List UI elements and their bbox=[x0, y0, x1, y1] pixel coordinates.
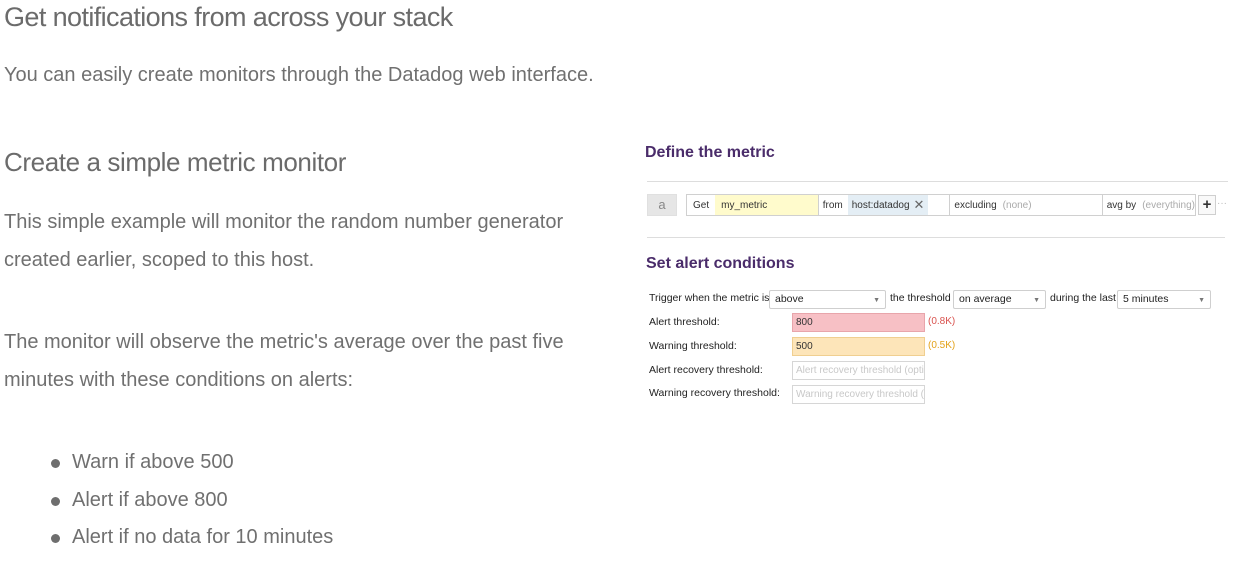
during-text: during the last bbox=[1050, 292, 1116, 304]
chevron-down-icon: ▼ bbox=[1198, 297, 1205, 304]
time-window-select[interactable]: 5 minutes ▼ bbox=[1117, 290, 1211, 309]
metric-selector[interactable]: Get my_metric bbox=[687, 195, 819, 215]
trigger-comparison-value: above bbox=[775, 293, 804, 305]
description-paragraph-1: This simple example will monitor the ran… bbox=[4, 211, 564, 271]
list-item-text: Alert if no data for 10 minutes bbox=[72, 526, 334, 548]
intro-text: You can easily create monitors through t… bbox=[4, 64, 594, 86]
get-label: Get bbox=[693, 199, 710, 211]
plus-icon[interactable]: + bbox=[1198, 195, 1216, 215]
list-item-text: Warn if above 500 bbox=[72, 451, 234, 473]
bullet-icon bbox=[51, 496, 60, 506]
warning-recovery-label: Warning recovery threshold: bbox=[649, 387, 780, 399]
excluding-label: excluding bbox=[954, 199, 997, 211]
more-options-icon: ··· bbox=[1217, 198, 1227, 209]
alert-threshold-input[interactable]: 800 bbox=[792, 313, 925, 332]
alert-threshold-hint: (0.8K) bbox=[928, 316, 956, 327]
trigger-label: Trigger when the metric is bbox=[649, 292, 770, 304]
metric-query-row: Get my_metric from host:datadog ✕ exclud… bbox=[686, 194, 1196, 216]
page-title: Get notifications from across your stack bbox=[4, 2, 453, 32]
warning-threshold-hint: (0.5K) bbox=[928, 340, 956, 351]
time-window-value: 5 minutes bbox=[1123, 293, 1169, 305]
divider bbox=[647, 237, 1225, 238]
warning-recovery-input[interactable]: Warning recovery threshold (o bbox=[792, 385, 925, 404]
scope-tag[interactable]: host:datadog ✕ bbox=[847, 195, 929, 215]
list-item: Alert if above 800 bbox=[50, 482, 333, 520]
warning-threshold-input[interactable]: 500 bbox=[792, 337, 925, 356]
metric-name-field[interactable]: my_metric bbox=[715, 195, 818, 215]
define-metric-heading: Define the metric bbox=[645, 144, 775, 161]
excluding-selector[interactable]: excluding (none) bbox=[950, 195, 1103, 215]
chevron-down-icon: ▼ bbox=[873, 297, 880, 304]
list-item: Alert if no data for 10 minutes bbox=[50, 519, 333, 557]
list-item: Warn if above 500 bbox=[50, 444, 333, 482]
avg-by-label: avg by bbox=[1106, 199, 1137, 211]
threshold-text: the threshold bbox=[890, 292, 951, 304]
alert-recovery-input[interactable]: Alert recovery threshold (optio bbox=[792, 361, 925, 380]
alert-conditions-heading: Set alert conditions bbox=[646, 255, 795, 272]
scope-selector[interactable]: from host:datadog ✕ bbox=[819, 195, 951, 215]
remove-tag-icon[interactable]: ✕ bbox=[914, 197, 925, 213]
conditions-list: Warn if above 500 Alert if above 800 Ale… bbox=[50, 444, 333, 557]
aggregation-select[interactable]: on average ▼ bbox=[953, 290, 1046, 309]
excluding-value: (none) bbox=[1002, 199, 1032, 211]
description-paragraph-2: The monitor will observe the metric's av… bbox=[4, 331, 564, 391]
scope-tag-label: host:datadog bbox=[851, 199, 910, 211]
chevron-down-icon: ▼ bbox=[1033, 297, 1040, 304]
bullet-icon bbox=[51, 534, 60, 543]
query-letter-label: a bbox=[647, 194, 677, 216]
divider bbox=[647, 181, 1228, 182]
avg-by-selector[interactable]: avg by (everything) bbox=[1103, 195, 1195, 215]
warning-threshold-label: Warning threshold: bbox=[649, 340, 737, 352]
list-item-text: Alert if above 800 bbox=[72, 488, 228, 511]
trigger-comparison-select[interactable]: above ▼ bbox=[769, 290, 886, 309]
aggregation-value: on average bbox=[959, 293, 1012, 305]
alert-recovery-label: Alert recovery threshold: bbox=[649, 364, 763, 376]
avg-by-value: (everything) bbox=[1142, 199, 1195, 211]
bullet-icon bbox=[51, 459, 60, 468]
section-title: Create a simple metric monitor bbox=[4, 147, 346, 177]
from-label: from bbox=[822, 199, 843, 211]
alert-threshold-label: Alert threshold: bbox=[649, 316, 720, 328]
